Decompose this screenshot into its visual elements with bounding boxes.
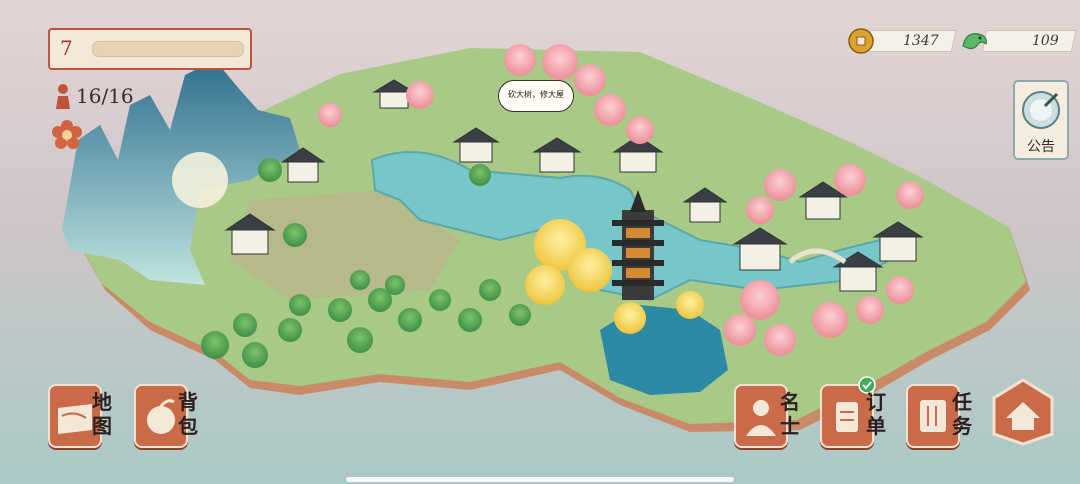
notice-button[interactable]: 公告	[1013, 80, 1069, 160]
white-blossom-tree	[172, 152, 228, 208]
jade-dragon-icon	[962, 33, 987, 50]
bag-label: 背包	[178, 390, 198, 438]
home-indicator[interactable]	[346, 477, 734, 482]
jade-counter[interactable]: 109	[960, 28, 1077, 54]
order-label: 订单	[866, 390, 886, 438]
level-panel[interactable]: 7	[48, 24, 252, 70]
map-label: 地图	[92, 390, 112, 438]
person-icon	[56, 84, 70, 109]
coin-counter[interactable]: 1347	[848, 28, 957, 54]
home-icon[interactable]	[990, 376, 1056, 446]
speech-bubble-text: 砍大树，修大屋	[508, 90, 564, 99]
population-value: 16/16	[76, 84, 134, 108]
level-progress-bar	[92, 41, 244, 57]
coin-icon	[848, 28, 874, 54]
jade-pill: 109	[981, 30, 1077, 52]
level-number: 7	[60, 36, 73, 60]
notice-drum-icon	[1022, 91, 1060, 129]
settings-flower-icon[interactable]	[52, 120, 82, 150]
population-counter: 16/16	[54, 82, 134, 110]
jade-value: 109	[1032, 33, 1059, 49]
notice-label: 公告	[1027, 139, 1055, 155]
coin-pill: 1347	[865, 30, 957, 52]
celebrity-label: 名士	[780, 390, 800, 438]
task-label: 任务	[952, 390, 972, 438]
coin-value: 1347	[903, 33, 939, 49]
speech-bubble: 砍大树，修大屋	[498, 80, 574, 112]
